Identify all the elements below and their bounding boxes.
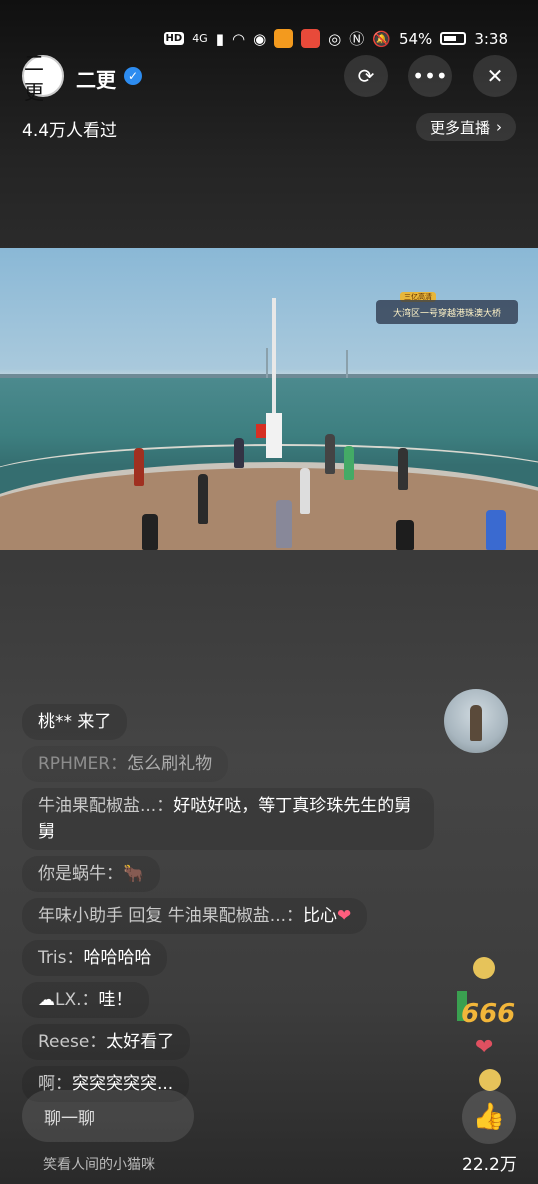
network-indicator: 4G xyxy=(192,32,208,45)
live-header: 二更 二更 ✓ ⟳ ••• ✕ xyxy=(0,51,538,104)
passenger xyxy=(344,446,354,480)
passenger xyxy=(198,474,208,524)
host-avatar[interactable]: 二更 xyxy=(22,51,64,104)
app-notification-icon: ◉ xyxy=(253,29,267,48)
thumbs-up-icon: 👍 xyxy=(472,1102,506,1132)
chevron-right-icon: › xyxy=(496,118,502,136)
close-icon: ✕ xyxy=(486,64,504,88)
heart-icon: ❤ xyxy=(337,906,352,926)
like-count: 22.2万 xyxy=(462,1155,517,1175)
comment-text: 桃** 来了 xyxy=(38,712,112,732)
heart-icon: ❤ xyxy=(475,1035,494,1060)
comment-item: 你是蜗牛：🐂 xyxy=(22,856,161,892)
more-icon: ••• xyxy=(412,64,448,88)
passenger xyxy=(142,514,158,550)
passenger xyxy=(134,448,144,486)
video-caption: 大湾区一号穿越港珠澳大桥 xyxy=(376,300,518,324)
eye-icon: ◎ xyxy=(328,29,342,48)
cloud-badge-icon: ☁ xyxy=(38,990,55,1010)
clock: 3:38 xyxy=(474,29,508,48)
comment-user[interactable]: RPHMER： xyxy=(38,754,127,774)
bottom-caption: 笑看人间的小猫咪 xyxy=(43,1157,155,1173)
close-button[interactable]: ✕ xyxy=(473,55,517,97)
comment-item: Reese：太好看了 xyxy=(22,1024,191,1060)
comment-user[interactable]: Reese： xyxy=(38,1032,106,1052)
status-bar: HD 4G ▮ ◠ ◉ ◎ Ⓝ 🔕 54% 3:38 xyxy=(0,28,538,54)
verified-icon: ✓ xyxy=(124,67,142,85)
floating-reactions: 666 ❤ xyxy=(455,955,525,1091)
comment-text: 怎么刷礼物 xyxy=(127,754,213,774)
host-name[interactable]: 二更 xyxy=(76,64,116,93)
text-666: 666 xyxy=(461,999,516,1029)
comment-text: 哇！ xyxy=(98,990,133,1010)
battery-icon xyxy=(440,32,467,45)
like-button[interactable]: 👍 xyxy=(462,1090,516,1144)
live-video[interactable]: 三亿高清 大湾区一号穿越港珠澳大桥 xyxy=(0,248,538,550)
more-options-button[interactable]: ••• xyxy=(408,55,452,97)
bridge-graphic xyxy=(0,374,538,378)
app-icon xyxy=(301,29,321,48)
wifi-icon: ◠ xyxy=(231,29,246,48)
comment-item: 年味小助手 回复 牛油果配椒盐...：比心❤ xyxy=(22,898,368,934)
comment-text: 太好看了 xyxy=(106,1032,175,1052)
comment-item: RPHMER：怎么刷礼物 xyxy=(22,746,229,782)
passenger xyxy=(486,510,506,550)
comment-item: Tris：哈哈哈哈 xyxy=(22,940,168,976)
passenger xyxy=(398,448,408,490)
hd-badge: HD xyxy=(163,32,185,45)
bridge-pylon xyxy=(346,350,348,378)
comment-item: 桃** 来了 xyxy=(22,704,128,740)
comment-list: 桃** 来了 RPHMER：怎么刷礼物 牛油果配椒盐...：好哒好哒，等丁真珍珠… xyxy=(22,704,442,1108)
passenger xyxy=(234,438,244,468)
comment-item: 牛油果配椒盐...：好哒好哒，等丁真珍珠先生的舅舅 xyxy=(22,788,434,850)
passenger xyxy=(325,434,335,474)
smile-emoji-icon xyxy=(479,1069,501,1091)
passenger xyxy=(276,500,292,548)
rotate-screen-button[interactable]: ⟳ xyxy=(344,55,388,97)
ship-deck xyxy=(0,462,538,550)
more-live-label: 更多直播 xyxy=(429,118,490,137)
mute-icon: 🔕 xyxy=(372,29,391,48)
passenger xyxy=(300,468,310,514)
smile-emoji-icon xyxy=(473,957,495,979)
bridge-pylon xyxy=(266,348,268,378)
comment-user[interactable]: LX.： xyxy=(55,990,99,1010)
signal-icon: ▮ xyxy=(215,29,224,48)
cow-emoji-icon: 🐂 xyxy=(123,864,145,884)
featured-user-avatar[interactable] xyxy=(444,689,508,753)
passenger xyxy=(396,520,414,550)
avatar-figure xyxy=(470,705,482,741)
comment-user[interactable]: 你是蜗牛： xyxy=(38,864,123,884)
comment-text: 哈哈哈哈 xyxy=(83,948,152,968)
video-app-icon xyxy=(274,29,294,48)
comment-text: 比心 xyxy=(303,906,338,926)
flag xyxy=(256,424,266,438)
comment-user[interactable]: Tris： xyxy=(38,948,83,968)
mast-base xyxy=(266,413,282,458)
more-live-button[interactable]: 更多直播 › xyxy=(415,113,516,141)
comment-item: ☁LX.：哇！ xyxy=(22,982,149,1018)
chat-input[interactable]: 聊一聊 xyxy=(22,1090,194,1142)
comment-user[interactable]: 年味小助手 回复 牛油果配椒盐...： xyxy=(38,906,303,926)
comment-user[interactable]: 牛油果配椒盐...： xyxy=(38,796,173,816)
nfc-icon: Ⓝ xyxy=(349,30,365,48)
viewer-count: 4.4万人看过 xyxy=(22,121,118,141)
rotate-icon: ⟳ xyxy=(357,64,375,88)
battery-percent: 54% xyxy=(398,29,433,48)
